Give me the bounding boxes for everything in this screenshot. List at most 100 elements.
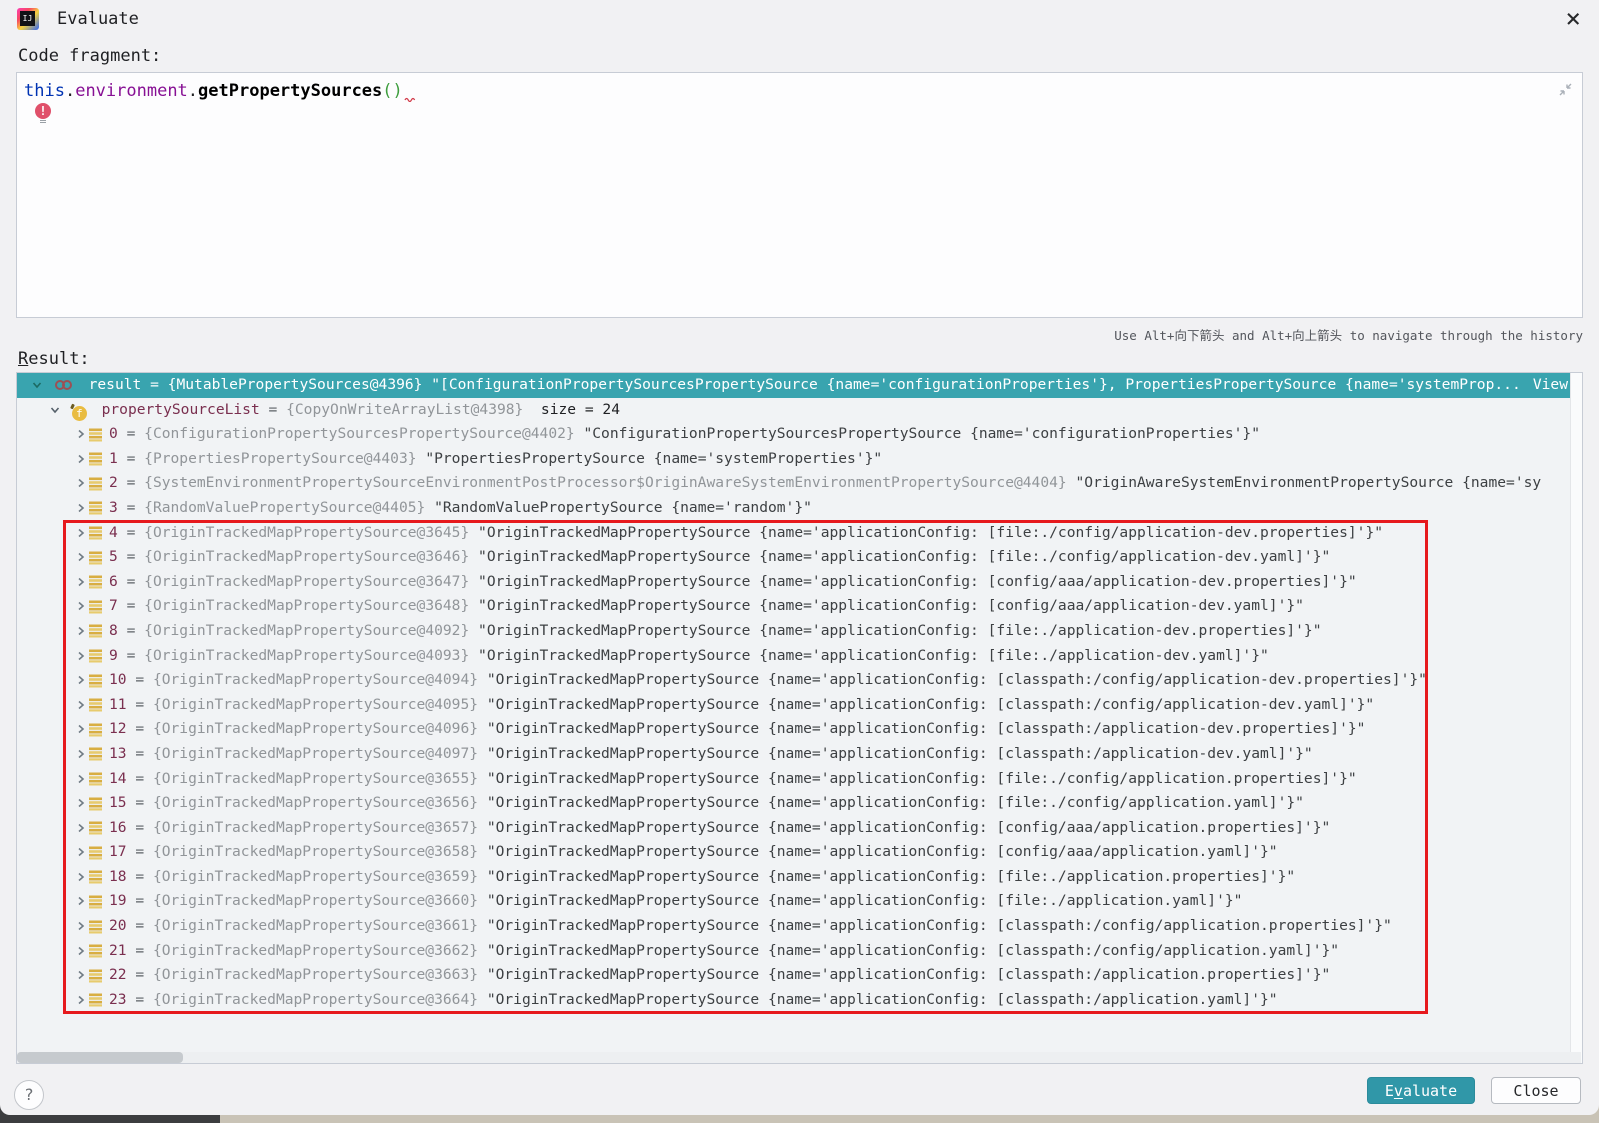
tree-row[interactable]: 18 = {OriginTrackedMapPropertySource@365… (17, 865, 1582, 890)
chevron-right-icon[interactable] (73, 963, 89, 988)
item-index: 6 (109, 572, 118, 590)
array-item-icon (89, 717, 103, 742)
chevron-right-icon[interactable] (73, 471, 89, 496)
separator: = (126, 941, 153, 959)
code-line[interactable]: this.environment.getPropertySources() (24, 78, 418, 104)
chevron-right-icon[interactable] (73, 668, 89, 693)
chevron-right-icon[interactable] (73, 840, 89, 865)
chevron-right-icon[interactable] (73, 644, 89, 669)
item-index: 11 (109, 695, 127, 713)
tree-row[interactable]: 15 = {OriginTrackedMapPropertySource@365… (17, 791, 1582, 816)
item-ref: {OriginTrackedMapPropertySource@3647} (144, 572, 470, 590)
result-row-text: result = {MutablePropertySources@4396} "… (88, 376, 1521, 393)
tree-row[interactable]: 0 = {ConfigurationPropertySourcesPropert… (17, 422, 1582, 447)
evaluate-button[interactable]: Evaluate (1367, 1077, 1475, 1104)
array-item-icon (89, 668, 103, 693)
close-icon[interactable]: × (1565, 4, 1581, 34)
chevron-right-icon[interactable] (73, 545, 89, 570)
tree-row[interactable]: 6 = {OriginTrackedMapPropertySource@3647… (17, 570, 1582, 595)
dialog-title: Evaluate (57, 9, 139, 29)
chevron-right-icon[interactable] (73, 865, 89, 890)
code-token: () (382, 81, 403, 101)
chevron-right-icon[interactable] (73, 889, 89, 914)
intellij-logo-icon: IJ (17, 8, 39, 30)
chevron-right-icon[interactable] (73, 594, 89, 619)
tree-row[interactable]: 21 = {OriginTrackedMapPropertySource@366… (17, 939, 1582, 964)
chevron-right-icon[interactable] (73, 717, 89, 742)
separator: = (126, 671, 153, 689)
array-item-icon (89, 963, 103, 988)
tree-row[interactable]: 1 = {PropertiesPropertySource@4403} "Pro… (17, 447, 1582, 472)
code-editor[interactable]: this.environment.getPropertySources() ! (16, 72, 1583, 318)
separator: = (126, 843, 153, 861)
tree-row[interactable]: 16 = {OriginTrackedMapPropertySource@365… (17, 816, 1582, 841)
code-token: this (24, 81, 65, 101)
view-link[interactable]: View (1533, 373, 1568, 398)
vertical-scrollbar[interactable] (1570, 373, 1582, 1063)
chevron-right-icon[interactable] (73, 521, 89, 546)
tree-row[interactable]: 13 = {OriginTrackedMapPropertySource@409… (17, 742, 1582, 767)
tree-row[interactable]: 10 = {OriginTrackedMapPropertySource@409… (17, 668, 1582, 693)
item-index: 19 (109, 892, 127, 910)
chevron-right-icon[interactable] (73, 619, 89, 644)
array-item-icon (89, 742, 103, 767)
separator: = (126, 695, 153, 713)
tree-row[interactable]: 20 = {OriginTrackedMapPropertySource@366… (17, 914, 1582, 939)
collapse-icon[interactable] (1558, 82, 1573, 97)
array-item-icon (89, 521, 103, 546)
item-ref: {OriginTrackedMapPropertySource@3659} (152, 867, 479, 885)
tree-row-result[interactable]: result = {MutablePropertySources@4396} "… (17, 373, 1582, 398)
chevron-down-icon[interactable] (29, 373, 45, 398)
chevron-down-icon[interactable] (47, 398, 63, 423)
horizontal-scrollbar[interactable] (17, 1052, 1581, 1063)
lightbulb-base (40, 120, 46, 123)
chevron-right-icon[interactable] (73, 791, 89, 816)
chevron-right-icon[interactable] (73, 447, 89, 472)
tree-row[interactable]: 23 = {OriginTrackedMapPropertySource@366… (17, 988, 1582, 1013)
tree-row[interactable]: 14 = {OriginTrackedMapPropertySource@365… (17, 767, 1582, 792)
item-index: 12 (109, 720, 127, 738)
tree-row[interactable]: 4 = {OriginTrackedMapPropertySource@3645… (17, 521, 1582, 546)
chevron-right-icon[interactable] (73, 570, 89, 595)
result-tree: result = {MutablePropertySources@4396} "… (16, 372, 1583, 1064)
tree-row[interactable]: 2 = {SystemEnvironmentPropertySourceEnvi… (17, 471, 1582, 496)
chevron-right-icon[interactable] (73, 914, 89, 939)
chevron-right-icon[interactable] (73, 496, 89, 521)
close-button[interactable]: Close (1491, 1077, 1581, 1104)
tree-row[interactable]: 8 = {OriginTrackedMapPropertySource@4092… (17, 619, 1582, 644)
separator: = (126, 966, 153, 984)
chevron-right-icon[interactable] (73, 939, 89, 964)
item-index: 15 (109, 794, 127, 812)
tree-row[interactable]: 11 = {OriginTrackedMapPropertySource@409… (17, 693, 1582, 718)
tree-row[interactable]: 17 = {OriginTrackedMapPropertySource@365… (17, 840, 1582, 865)
array-item-icon (89, 422, 103, 447)
tree-row-property-source-list[interactable]: f propertySourceList = {CopyOnWriteArray… (17, 398, 1582, 423)
item-ref: {OriginTrackedMapPropertySource@4097} (152, 744, 479, 762)
tree-row[interactable]: 3 = {RandomValuePropertySource@4405} "Ra… (17, 496, 1582, 521)
scrollbar-thumb[interactable] (17, 1052, 183, 1063)
tree-row[interactable]: 12 = {OriginTrackedMapPropertySource@409… (17, 717, 1582, 742)
chevron-right-icon[interactable] (73, 693, 89, 718)
chevron-right-icon[interactable] (73, 742, 89, 767)
tree-row[interactable]: 19 = {OriginTrackedMapPropertySource@366… (17, 889, 1582, 914)
separator: = (259, 400, 287, 418)
array-item-icon (89, 816, 103, 841)
separator: = (126, 794, 153, 812)
chevron-right-icon[interactable] (73, 988, 89, 1013)
chevron-right-icon[interactable] (73, 816, 89, 841)
item-value: "OriginTrackedMapPropertySource {name='a… (469, 597, 1304, 615)
error-lightbulb-icon[interactable]: ! (35, 103, 51, 119)
chevron-right-icon[interactable] (73, 422, 89, 447)
item-ref: {OriginTrackedMapPropertySource@3658} (152, 843, 479, 861)
item-value: "OriginAwareSystemEnvironmentPropertySou… (1066, 474, 1542, 492)
tree-row[interactable]: 9 = {OriginTrackedMapPropertySource@4093… (17, 644, 1582, 669)
tree-row[interactable]: 22 = {OriginTrackedMapPropertySource@366… (17, 963, 1582, 988)
tree-row[interactable]: 5 = {OriginTrackedMapPropertySource@3646… (17, 545, 1582, 570)
chevron-right-icon[interactable] (73, 767, 89, 792)
separator: = (117, 646, 145, 664)
separator: = (117, 498, 145, 516)
item-index: 20 (109, 917, 127, 935)
help-button[interactable]: ? (14, 1080, 44, 1110)
tree-row[interactable]: 7 = {OriginTrackedMapPropertySource@3648… (17, 594, 1582, 619)
separator: = (126, 744, 153, 762)
